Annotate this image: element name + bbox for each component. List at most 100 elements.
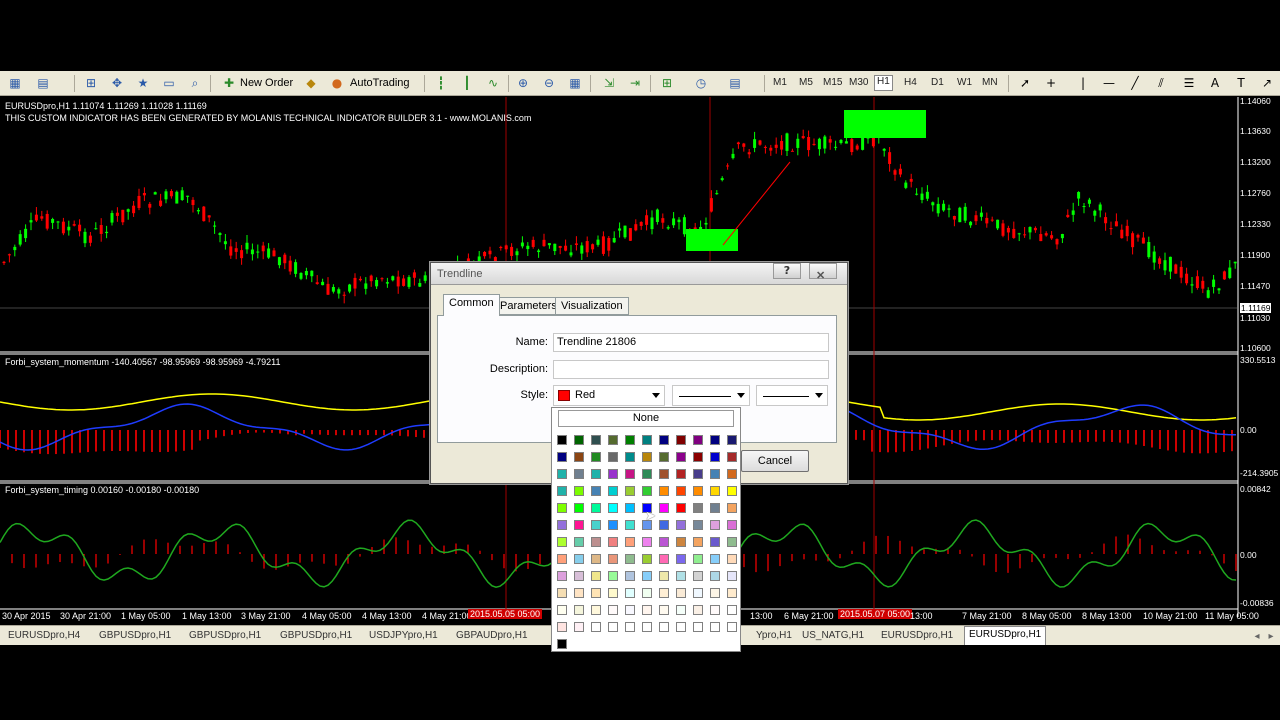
color-swatch[interactable] — [557, 520, 567, 530]
color-swatch[interactable] — [693, 503, 703, 513]
color-swatch[interactable] — [557, 622, 567, 632]
indicators-icon[interactable]: ⊞ — [658, 75, 676, 91]
chart-shift-icon[interactable]: ⇥ — [626, 75, 644, 91]
color-swatch[interactable] — [608, 554, 618, 564]
tab-parameters[interactable]: Parameters — [494, 297, 563, 315]
color-swatch[interactable] — [591, 588, 601, 598]
color-swatch[interactable] — [591, 435, 601, 445]
color-swatch[interactable] — [625, 571, 635, 581]
color-swatch[interactable] — [710, 571, 720, 581]
color-swatch[interactable] — [676, 605, 686, 615]
timeframe-m1[interactable]: M1 — [773, 77, 787, 88]
color-swatch[interactable] — [710, 520, 720, 530]
color-swatch[interactable] — [574, 452, 584, 462]
color-swatch[interactable] — [676, 486, 686, 496]
color-swatch[interactable] — [574, 605, 584, 615]
color-swatch[interactable] — [642, 571, 652, 581]
color-swatch[interactable] — [710, 486, 720, 496]
color-swatch[interactable] — [608, 571, 618, 581]
timeframe-mn[interactable]: MN — [982, 77, 998, 88]
color-swatch[interactable] — [591, 452, 601, 462]
chart-tab[interactable]: USDJPYpro,H1 — [365, 628, 442, 644]
color-swatch[interactable] — [659, 622, 669, 632]
color-swatch[interactable] — [676, 588, 686, 598]
color-swatch[interactable] — [676, 503, 686, 513]
color-swatch[interactable] — [710, 537, 720, 547]
candlestick-icon[interactable]: ┃ — [458, 75, 476, 91]
none-color-button[interactable]: None — [558, 410, 734, 427]
color-swatch[interactable] — [591, 537, 601, 547]
terminal-icon[interactable]: ▭ — [160, 75, 178, 91]
color-swatch[interactable] — [625, 486, 635, 496]
name-field[interactable]: Trendline 21806 — [553, 333, 829, 352]
color-swatch[interactable] — [625, 435, 635, 445]
color-swatch[interactable] — [625, 452, 635, 462]
chart-tab[interactable]: US_NATG,H1 — [798, 628, 868, 644]
color-swatch[interactable] — [693, 605, 703, 615]
color-swatch[interactable] — [608, 605, 618, 615]
tab-common[interactable]: Common — [443, 294, 500, 316]
color-swatch[interactable] — [574, 588, 584, 598]
color-swatch[interactable] — [557, 452, 567, 462]
color-swatch[interactable] — [693, 452, 703, 462]
color-swatch[interactable] — [642, 588, 652, 598]
timeframe-m5[interactable]: M5 — [799, 77, 813, 88]
color-swatch[interactable] — [676, 435, 686, 445]
color-swatch[interactable] — [659, 605, 669, 615]
color-swatch[interactable] — [693, 537, 703, 547]
color-swatch[interactable] — [659, 452, 669, 462]
color-swatch[interactable] — [625, 537, 635, 547]
line-width-select[interactable] — [756, 385, 828, 406]
color-swatch[interactable] — [642, 435, 652, 445]
autotrading-button[interactable]: AutoTrading — [350, 77, 410, 89]
zoom-in-icon[interactable]: ⊕ — [514, 75, 532, 91]
color-swatch[interactable] — [608, 469, 618, 479]
autotrading-icon[interactable]: ● — [328, 75, 346, 91]
color-swatch[interactable] — [727, 537, 737, 547]
chart-tab[interactable]: GBPAUDpro,H1 — [452, 628, 532, 644]
color-swatch[interactable] — [676, 537, 686, 547]
chart-tab[interactable]: EURUSDpro,H4 — [4, 628, 84, 644]
cancel-button[interactable]: Cancel — [741, 450, 809, 472]
color-swatch[interactable] — [557, 554, 567, 564]
color-swatch[interactable] — [608, 435, 618, 445]
navigator-icon[interactable]: ★ — [134, 75, 152, 91]
color-swatch[interactable] — [710, 622, 720, 632]
color-swatch[interactable] — [642, 486, 652, 496]
market-watch-icon[interactable]: ⊞ — [82, 75, 100, 91]
color-swatch[interactable] — [591, 554, 601, 564]
color-swatch[interactable] — [574, 469, 584, 479]
color-swatch[interactable] — [676, 554, 686, 564]
timeframe-m15[interactable]: M15 — [823, 77, 842, 88]
color-swatch[interactable] — [727, 435, 737, 445]
dialog-titlebar[interactable]: Trendline ? ✕ — [431, 263, 847, 285]
color-swatch[interactable] — [625, 554, 635, 564]
templates-icon[interactable]: ▤ — [726, 75, 744, 91]
tab-visualization[interactable]: Visualization — [555, 297, 629, 315]
color-swatch[interactable] — [608, 503, 618, 513]
chart-tab[interactable]: GBPUSDpro,H1 — [95, 628, 175, 644]
channel-icon[interactable]: ⫽ — [1152, 75, 1170, 91]
color-swatch[interactable] — [727, 554, 737, 564]
color-swatch[interactable] — [710, 554, 720, 564]
chart-tab[interactable]: Ypro,H1 — [752, 628, 796, 644]
color-swatch[interactable] — [642, 469, 652, 479]
color-swatch[interactable] — [659, 435, 669, 445]
zoom-out-icon[interactable]: ⊖ — [540, 75, 558, 91]
color-swatch[interactable] — [727, 503, 737, 513]
new-order-icon[interactable]: ✚ — [220, 75, 238, 91]
line-style-select[interactable] — [672, 385, 750, 406]
color-swatch[interactable] — [591, 622, 601, 632]
color-swatch[interactable] — [710, 435, 720, 445]
color-swatch[interactable] — [557, 588, 567, 598]
color-swatch[interactable] — [574, 435, 584, 445]
color-swatch[interactable] — [727, 571, 737, 581]
color-swatch[interactable] — [727, 452, 737, 462]
tab-scroll-right-icon[interactable]: ▸ — [1262, 628, 1280, 644]
timeframe-w1[interactable]: W1 — [957, 77, 972, 88]
color-swatch[interactable] — [659, 571, 669, 581]
new-chart-icon[interactable]: ▦ — [6, 75, 24, 91]
color-swatch[interactable] — [557, 537, 567, 547]
custom-color-swatch[interactable] — [557, 639, 567, 649]
color-swatch[interactable] — [676, 571, 686, 581]
